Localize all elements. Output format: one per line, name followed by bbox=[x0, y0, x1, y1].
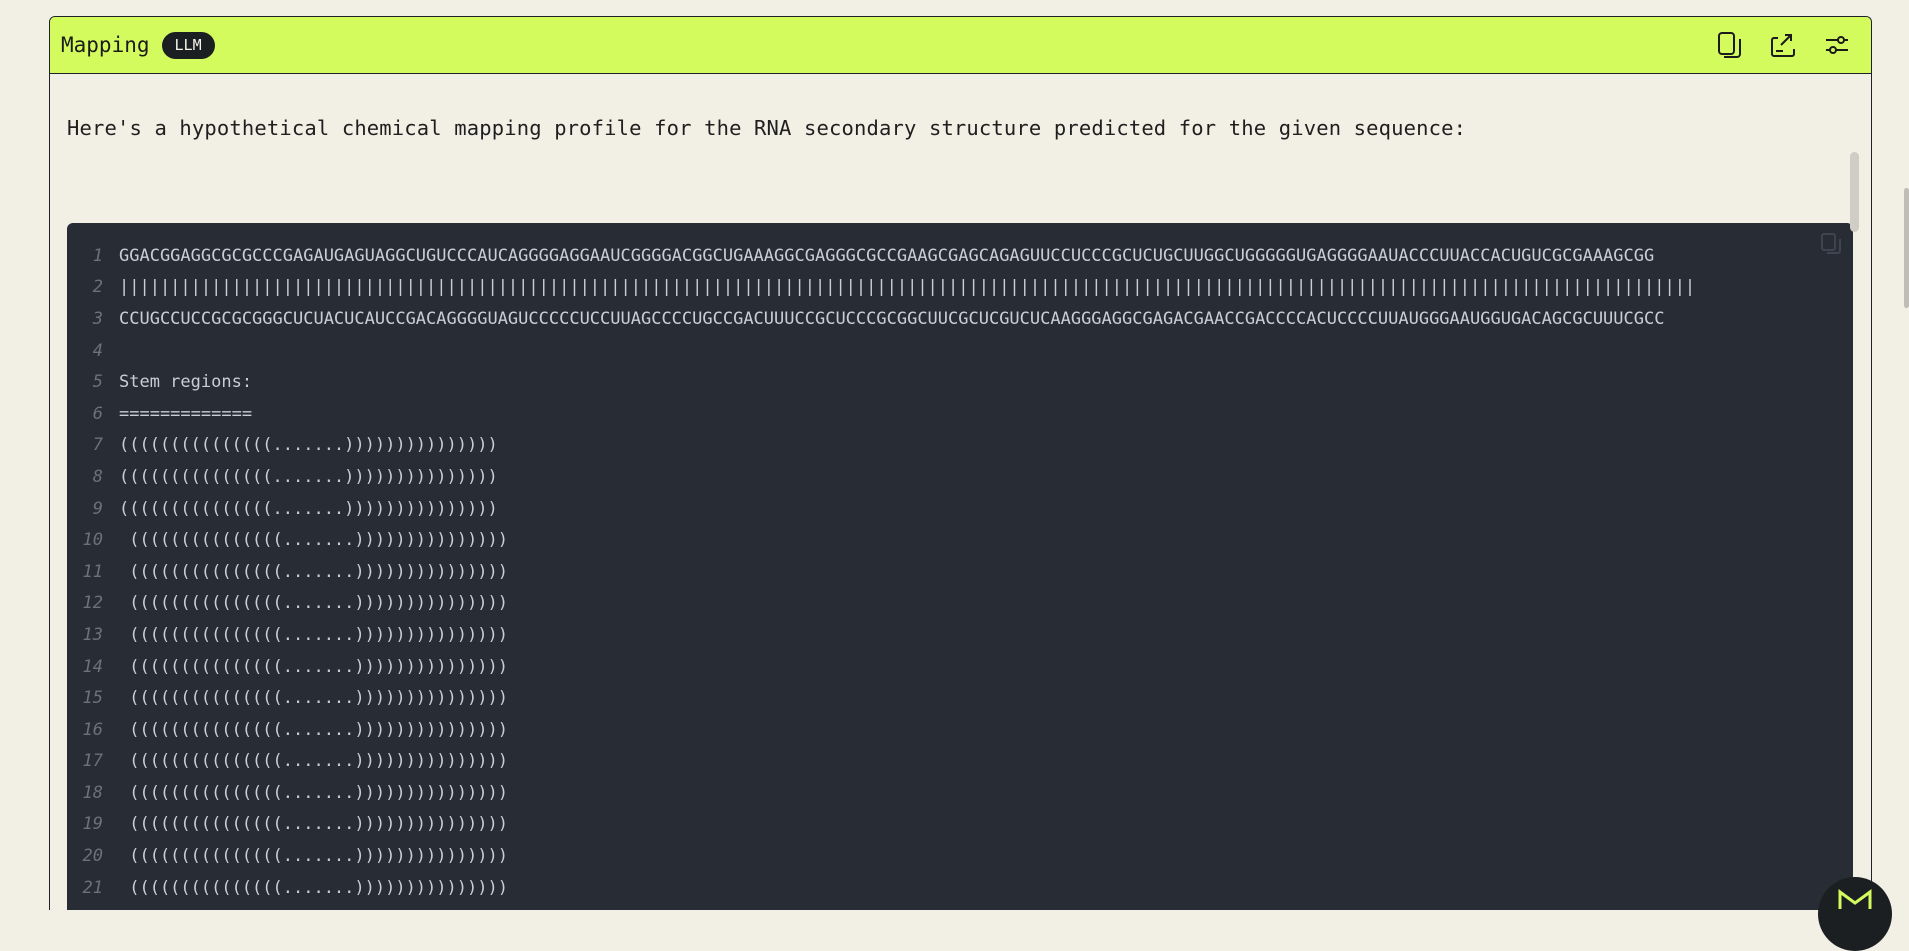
line-number: 21 bbox=[82, 877, 103, 898]
line-number: 8 bbox=[92, 466, 103, 487]
line-content: (((((((((((((((.......))))))))))))))) bbox=[119, 846, 508, 867]
line-number: 11 bbox=[82, 561, 103, 582]
line-content: (((((((((((((((.......))))))))))))))) bbox=[119, 593, 508, 614]
code-line: 10 (((((((((((((((.......))))))))))))))) bbox=[67, 524, 1853, 556]
line-content: ============= bbox=[119, 403, 253, 424]
line-content: (((((((((((((((.......))))))))))))))) bbox=[119, 561, 508, 582]
line-number: 18 bbox=[82, 782, 103, 803]
share-icon bbox=[1771, 34, 1795, 57]
line-number: 19 bbox=[82, 814, 103, 835]
line-content: (((((((((((((((.......))))))))))))))) bbox=[119, 656, 508, 677]
line-content: (((((((((((((((.......))))))))))))))) bbox=[119, 530, 508, 551]
code-line: 15 (((((((((((((((.......))))))))))))))) bbox=[67, 682, 1853, 714]
line-content: (((((((((((((((.......))))))))))))))) bbox=[119, 466, 498, 487]
line-number: 2 bbox=[92, 277, 103, 298]
line-number: 12 bbox=[82, 593, 103, 614]
line-number: 7 bbox=[92, 435, 103, 456]
code-line: 5 Stem regions: bbox=[67, 366, 1853, 398]
code-line: 22 (((((((((((((((.......))))))))))))))) bbox=[67, 903, 1853, 910]
code-line: 14 (((((((((((((((.......))))))))))))))) bbox=[67, 651, 1853, 683]
line-content: Stem regions: bbox=[119, 372, 253, 393]
line-number: 4 bbox=[92, 340, 103, 361]
copy-button[interactable] bbox=[1715, 31, 1743, 59]
code-copy-button[interactable] bbox=[1819, 231, 1843, 255]
logo-icon bbox=[1838, 889, 1872, 909]
code-line: 9 (((((((((((((((.......))))))))))))))) bbox=[67, 493, 1853, 525]
settings-button[interactable] bbox=[1823, 31, 1851, 59]
mapping-panel: Mapping LLM Here's a hypothetical chemic… bbox=[49, 16, 1872, 910]
llm-badge: LLM bbox=[161, 31, 215, 59]
line-content: CCUGCCUCCGCGCGGGCUCUACUCAUCCGACAGGGGUAGU… bbox=[119, 308, 1665, 329]
line-number: 10 bbox=[82, 530, 103, 551]
code-line: 13 (((((((((((((((.......))))))))))))))) bbox=[67, 619, 1853, 651]
code-line: 4 bbox=[67, 335, 1853, 367]
line-content: ||||||||||||||||||||||||||||||||||||||||… bbox=[119, 277, 1696, 298]
line-number: 5 bbox=[92, 372, 103, 393]
panel-title: Mapping bbox=[61, 33, 150, 57]
code-block: 1 GGACGGAGGCGCGCCCGAGAUGAGUAGGCUGUCCCAUCA… bbox=[67, 223, 1853, 910]
page-scrollbar[interactable] bbox=[1904, 188, 1909, 308]
line-content: (((((((((((((((.......))))))))))))))) bbox=[119, 435, 498, 456]
code-line: 17 (((((((((((((((.......))))))))))))))) bbox=[67, 746, 1853, 778]
code-line: 1 GGACGGAGGCGCGCCCGAGAUGAGUAGGCUGUCCCAUCA… bbox=[67, 240, 1853, 272]
line-content: (((((((((((((((.......))))))))))))))) bbox=[119, 688, 508, 709]
share-button[interactable] bbox=[1769, 31, 1797, 59]
code-line: 7 (((((((((((((((.......))))))))))))))) bbox=[67, 430, 1853, 462]
content-scrollbar[interactable] bbox=[1850, 152, 1859, 910]
line-content: (((((((((((((((.......))))))))))))))) bbox=[119, 624, 508, 645]
line-number: 17 bbox=[82, 751, 103, 772]
line-number: 20 bbox=[82, 846, 103, 867]
code-line: 11 (((((((((((((((.......))))))))))))))) bbox=[67, 556, 1853, 588]
line-content: (((((((((((((((.......))))))))))))))) bbox=[119, 751, 508, 772]
line-number: 6 bbox=[92, 403, 103, 424]
code-lines: 1 GGACGGAGGCGCGCCCGAGAUGAGUAGGCUGUCCCAUCA… bbox=[67, 240, 1853, 910]
code-line: 21 (((((((((((((((.......))))))))))))))) bbox=[67, 872, 1853, 904]
line-number: 3 bbox=[92, 308, 103, 329]
scrollbar-thumb[interactable] bbox=[1850, 152, 1859, 232]
line-number: 15 bbox=[82, 688, 103, 709]
header-actions bbox=[1715, 31, 1851, 59]
line-content: (((((((((((((((.......))))))))))))))) bbox=[119, 814, 508, 835]
line-content: (((((((((((((((.......))))))))))))))) bbox=[119, 719, 508, 740]
line-content: (((((((((((((((.......))))))))))))))) bbox=[119, 782, 508, 803]
panel-content: Here's a hypothetical chemical mapping p… bbox=[50, 74, 1871, 910]
code-line: 18 (((((((((((((((.......))))))))))))))) bbox=[67, 777, 1853, 809]
line-content: GGACGGAGGCGCGCCCGAGAUGAGUAGGCUGUCCCAUCAG… bbox=[119, 245, 1655, 266]
line-number: 14 bbox=[82, 656, 103, 677]
copy-icon bbox=[1821, 233, 1841, 254]
settings-sliders-icon bbox=[1826, 36, 1848, 54]
code-line: 3 CCUGCCUCCGCGCGGGCUCUACUCAUCCGACAGGGGUAG… bbox=[67, 303, 1853, 335]
line-number: 1 bbox=[92, 245, 103, 266]
panel-header: Mapping LLM bbox=[50, 17, 1871, 74]
code-line: 6 ============= bbox=[67, 398, 1853, 430]
line-number: 9 bbox=[92, 498, 103, 519]
copy-icon bbox=[1718, 32, 1741, 58]
code-line: 19 (((((((((((((((.......))))))))))))))) bbox=[67, 809, 1853, 841]
line-content: (((((((((((((((.......))))))))))))))) bbox=[119, 877, 508, 898]
avatar[interactable] bbox=[1818, 877, 1892, 951]
line-number: 16 bbox=[82, 719, 103, 740]
code-line: 2 |||||||||||||||||||||||||||||||||||||||… bbox=[67, 272, 1853, 304]
code-line: 12 (((((((((((((((.......))))))))))))))) bbox=[67, 588, 1853, 620]
intro-text: Here's a hypothetical chemical mapping p… bbox=[67, 116, 1467, 140]
code-line: 8 (((((((((((((((.......))))))))))))))) bbox=[67, 461, 1853, 493]
code-line: 20 (((((((((((((((.......))))))))))))))) bbox=[67, 840, 1853, 872]
line-content: (((((((((((((((.......))))))))))))))) bbox=[119, 498, 498, 519]
line-number: 13 bbox=[82, 624, 103, 645]
code-line: 16 (((((((((((((((.......))))))))))))))) bbox=[67, 714, 1853, 746]
